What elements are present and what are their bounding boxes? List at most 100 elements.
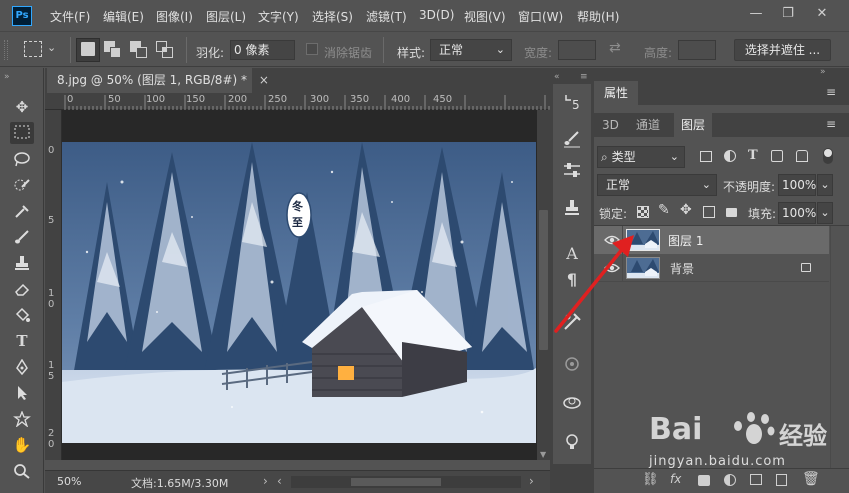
- lock-all-icon[interactable]: [726, 208, 737, 217]
- paint-bucket-tool-icon[interactable]: [10, 304, 34, 326]
- lock-position-icon[interactable]: ✥: [680, 202, 692, 218]
- tab-channels[interactable]: 通道: [636, 113, 660, 137]
- panel-menu-icon[interactable]: ≡: [826, 85, 836, 99]
- hand-tool-icon[interactable]: ✋: [10, 434, 34, 456]
- menu-file[interactable]: 文件(F): [50, 8, 90, 25]
- new-selection-button[interactable]: [76, 38, 100, 62]
- rectangular-marquee-tool-icon[interactable]: [10, 122, 34, 144]
- fill-dropdown-icon[interactable]: ⌄: [817, 202, 833, 224]
- status-bar: 50% 文档:1.65M/3.30M › ‹ ›: [45, 470, 550, 493]
- scroll-down-icon[interactable]: ▼: [540, 450, 546, 459]
- document-tab[interactable]: 8.jpg @ 50% (图层 1, RGB/8#) * ×: [47, 68, 269, 93]
- panel-menu-icon[interactable]: ≡: [580, 72, 588, 82]
- menu-view[interactable]: 视图(V): [464, 8, 506, 25]
- filter-shape-icon[interactable]: [771, 150, 783, 162]
- collapse-icon[interactable]: «: [554, 72, 560, 82]
- add-selection-icon[interactable]: [104, 41, 122, 59]
- scrollbar-thumb[interactable]: [351, 478, 441, 486]
- menu-bar: Ps 文件(F) 编辑(E) 图像(I) 图层(L) 文字(Y) 选择(S) 滤…: [0, 0, 849, 31]
- menu-type[interactable]: 文字(Y): [258, 8, 299, 25]
- brush-settings-icon[interactable]: [562, 130, 582, 150]
- move-tool-icon[interactable]: ✥: [10, 96, 34, 118]
- horizontal-scrollbar[interactable]: [291, 476, 521, 488]
- filter-pixel-icon[interactable]: [700, 151, 712, 162]
- filter-adjustment-icon[interactable]: [724, 150, 736, 162]
- stamp-text-top: 冬: [292, 200, 303, 213]
- opacity-dropdown-icon[interactable]: ⌄: [817, 174, 833, 196]
- zoom-tool-icon[interactable]: [10, 460, 34, 482]
- photoshop-logo: Ps: [12, 6, 32, 26]
- eyedropper-tool-icon[interactable]: [10, 200, 34, 222]
- style-select[interactable]: 正常 ⌄: [430, 39, 512, 61]
- pen-tool-icon[interactable]: [10, 356, 34, 378]
- clone-source-icon[interactable]: [562, 198, 582, 218]
- subtract-selection-icon[interactable]: [130, 41, 148, 59]
- libraries-icon[interactable]: [562, 392, 582, 412]
- path-selection-tool-icon[interactable]: [10, 382, 34, 404]
- opacity-input[interactable]: 100%: [778, 174, 816, 196]
- learn-icon[interactable]: [562, 432, 582, 452]
- quick-selection-tool-icon[interactable]: [10, 174, 34, 196]
- marquee-preset-icon[interactable]: [24, 41, 42, 57]
- document-info[interactable]: 文档:1.65M/3.30M: [131, 475, 228, 491]
- panel-menu-icon[interactable]: ≡: [826, 117, 836, 131]
- ruler-label: 400: [391, 94, 411, 105]
- intersect-selection-icon[interactable]: [156, 41, 174, 59]
- menu-3d[interactable]: 3D(D): [419, 8, 454, 22]
- collapse-icon[interactable]: »: [4, 72, 10, 82]
- fill-input[interactable]: 100%: [778, 202, 816, 224]
- menu-filter[interactable]: 滤镜(T): [366, 8, 407, 25]
- antialias-checkbox[interactable]: [306, 43, 318, 55]
- filter-toggle[interactable]: [823, 148, 833, 164]
- annotation-arrow: [554, 235, 634, 333]
- scroll-right-icon[interactable]: ›: [529, 474, 534, 488]
- layer-name[interactable]: 背景: [670, 260, 694, 277]
- tab-3d[interactable]: 3D: [602, 113, 619, 137]
- history-icon[interactable]: 5: [562, 92, 582, 112]
- brush-tool-icon[interactable]: [10, 226, 34, 248]
- adjustments-icon[interactable]: [562, 160, 582, 180]
- feather-input[interactable]: 0 像素: [230, 40, 295, 60]
- chevron-right-icon[interactable]: ›: [263, 474, 268, 488]
- feather-label: 羽化:: [196, 46, 225, 60]
- close-tab-icon[interactable]: ×: [259, 73, 269, 87]
- lock-pixels-icon[interactable]: ✎: [658, 202, 670, 218]
- menu-window[interactable]: 窗口(W): [518, 8, 563, 25]
- tab-properties[interactable]: 属性: [594, 81, 638, 105]
- tab-layers[interactable]: 图层: [674, 113, 712, 137]
- filter-smart-object-icon[interactable]: [796, 150, 808, 162]
- scroll-left-icon[interactable]: ‹: [277, 474, 282, 488]
- filter-type-icon[interactable]: T: [748, 148, 758, 163]
- lock-artboard-icon[interactable]: [703, 206, 715, 218]
- lasso-tool-icon[interactable]: [10, 148, 34, 170]
- stamp-tool-icon[interactable]: [10, 252, 34, 274]
- eraser-tool-icon[interactable]: [10, 278, 34, 300]
- ruler-label: 350: [350, 94, 370, 105]
- width-input[interactable]: [558, 40, 596, 60]
- close-window-button[interactable]: ✕: [810, 4, 834, 24]
- menu-layer[interactable]: 图层(L): [206, 8, 246, 25]
- type-tool-icon[interactable]: T: [10, 330, 34, 352]
- chevron-down-icon[interactable]: ⌄: [47, 41, 56, 54]
- menu-image[interactable]: 图像(I): [156, 8, 193, 25]
- lock-transparent-icon[interactable]: [637, 206, 649, 218]
- zoom-level[interactable]: 50%: [57, 475, 81, 488]
- document-image[interactable]: 冬 至: [62, 142, 536, 443]
- antialias-label: 消除锯齿: [324, 46, 373, 60]
- 3d-panel-icon[interactable]: [562, 354, 582, 374]
- blend-mode-select[interactable]: 正常 ⌄: [597, 174, 717, 196]
- menu-edit[interactable]: 编辑(E): [103, 8, 144, 25]
- menu-help[interactable]: 帮助(H): [577, 8, 619, 25]
- minimize-button[interactable]: —: [744, 4, 768, 24]
- restore-button[interactable]: ❐: [776, 4, 800, 24]
- layer-name[interactable]: 图层 1: [668, 232, 703, 249]
- custom-shape-tool-icon[interactable]: [10, 408, 34, 430]
- swap-icon[interactable]: ⇄: [609, 40, 621, 56]
- select-and-mask-button[interactable]: 选择并遮住 ...: [734, 39, 831, 61]
- menu-select[interactable]: 选择(S): [312, 8, 353, 25]
- collapse-icon[interactable]: »: [820, 67, 826, 77]
- height-input[interactable]: [678, 40, 716, 60]
- layer-filter-select[interactable]: ⌕ 类型 ⌄: [597, 146, 685, 168]
- document-tabbar: 8.jpg @ 50% (图层 1, RGB/8#) * ×: [45, 68, 550, 93]
- watermark-brand: Bai: [649, 412, 703, 447]
